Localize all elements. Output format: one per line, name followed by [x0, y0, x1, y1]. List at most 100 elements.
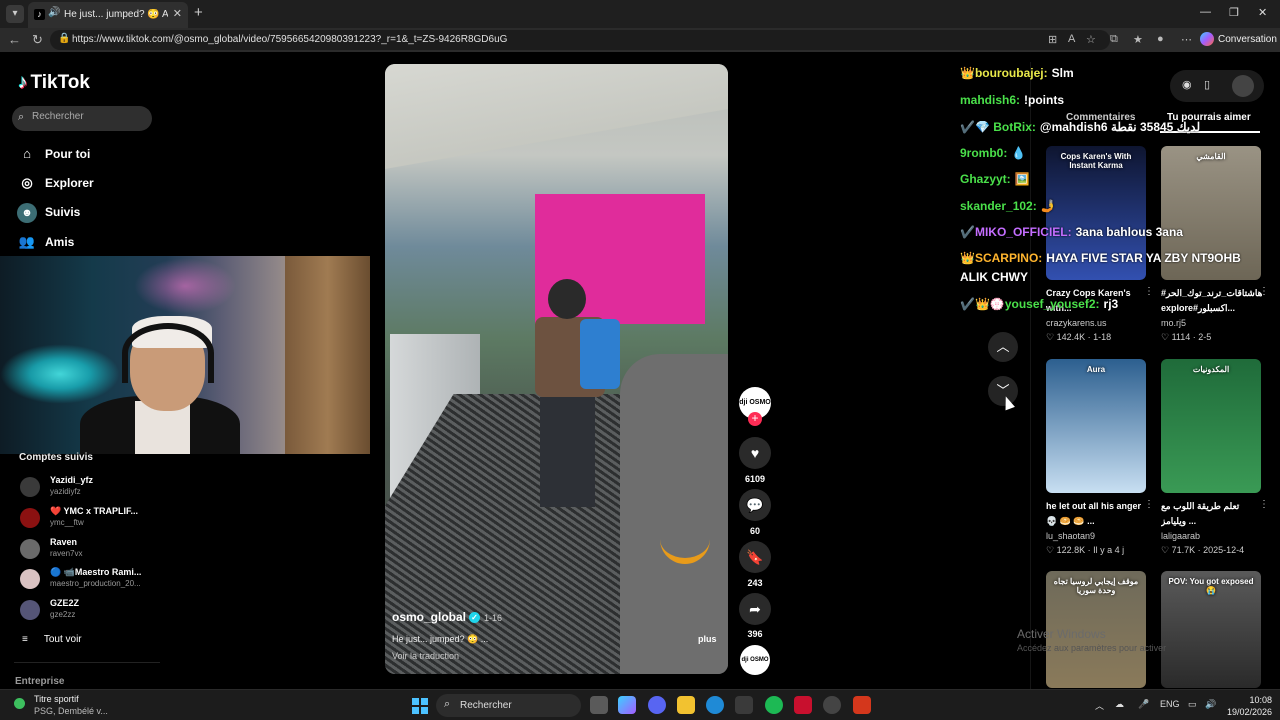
more-options-icon[interactable]: ⋮	[1259, 499, 1269, 510]
refresh-icon[interactable]: ↻	[32, 32, 43, 48]
nav-explore[interactable]: ◎ Explorer	[17, 175, 93, 197]
panel-divider	[1030, 62, 1031, 692]
volume-icon[interactable]: 🔊	[1205, 699, 1216, 710]
thumbnail-caption: المكدونيات	[1192, 365, 1230, 374]
share-button[interactable]: ➦	[739, 593, 771, 625]
avatar	[20, 539, 40, 559]
account-name: GZE2Z	[50, 598, 80, 608]
more-options-icon[interactable]: ⋮	[1144, 499, 1154, 510]
account-handle: ymc__ftw	[50, 518, 84, 527]
tab-actions-button[interactable]: ▾	[6, 5, 24, 23]
streamer	[60, 311, 250, 454]
edge-icon[interactable]	[706, 696, 724, 714]
harness	[660, 534, 710, 564]
video-thumbnail[interactable]: Aura	[1046, 359, 1146, 493]
spotify-icon[interactable]	[765, 696, 783, 714]
browser-tab[interactable]: ♪ 🔊 He just... jumped? 😳 Anyway ✕	[28, 2, 188, 28]
store-icon[interactable]	[735, 696, 753, 714]
translate-icon[interactable]: A	[1068, 33, 1075, 45]
card-title[interactable]: #هاشتاقات_ترند_توك_الحر explore#اكسبلور.…	[1161, 286, 1265, 316]
lock-icon[interactable]: 🔒	[58, 33, 70, 44]
nav-friends[interactable]: 👥 Amis	[17, 234, 74, 256]
video-player[interactable]	[385, 64, 728, 674]
card-author[interactable]: lu_shaotan9	[1046, 531, 1095, 541]
coin-icon[interactable]: ◉	[1182, 78, 1192, 91]
minimize-button[interactable]: —	[1200, 6, 1211, 18]
card-title[interactable]: تعلم طريقة اللوب مع ويليامز ...	[1161, 499, 1265, 529]
favorite-star-icon[interactable]: ☆	[1086, 33, 1096, 46]
chat-user: ✔️💎 BotRix:	[960, 120, 1036, 134]
nav-following[interactable]: ☻ Suivis	[17, 203, 80, 225]
copilot-app-icon[interactable]	[618, 696, 636, 714]
start-button[interactable]	[412, 698, 428, 714]
chat-user: skander_102:	[960, 199, 1037, 213]
more-options-icon[interactable]: ⋮	[1144, 286, 1154, 297]
account-name: ❤️ YMC x TRAPLIF...	[50, 506, 139, 516]
chat-text: Slm	[1051, 66, 1074, 80]
url-text[interactable]: https://www.tiktok.com/@osmo_global/vide…	[72, 34, 507, 45]
network-icon[interactable]: ▭	[1188, 699, 1197, 710]
file-explorer-icon[interactable]	[677, 696, 695, 714]
maximize-button[interactable]: ❐	[1229, 6, 1239, 19]
app-icon[interactable]	[794, 696, 812, 714]
back-icon[interactable]: ←	[8, 32, 21, 47]
copilot-button[interactable]: Conversation	[1200, 31, 1277, 49]
see-all-button[interactable]: ≡ Tout voir	[22, 634, 82, 645]
follow-plus-icon[interactable]: +	[748, 412, 762, 426]
music-disc[interactable]: dji OSMO	[740, 645, 770, 675]
account-name: 🔵 📹Maestro Rami...	[50, 567, 142, 577]
profile-icon[interactable]: ●	[1157, 33, 1164, 45]
card-author[interactable]: mo.rj5	[1161, 318, 1186, 328]
tiktok-logo[interactable]: ♪ TikTok	[18, 72, 90, 94]
more-button[interactable]: plus	[698, 634, 717, 644]
like-button[interactable]: ♥	[739, 437, 771, 469]
language-indicator[interactable]: ENG	[1160, 699, 1180, 709]
clock-date: 19/02/2026	[1226, 707, 1272, 717]
more-menu-icon[interactable]: ⋯	[1181, 33, 1192, 46]
url-field[interactable]: 🔒 https://www.tiktok.com/@osmo_global/vi…	[50, 30, 1110, 50]
video-jumper	[530, 279, 625, 509]
onedrive-icon[interactable]: ☁	[1115, 699, 1124, 710]
company-link[interactable]: Entreprise	[15, 676, 64, 687]
app-icon[interactable]: ⊞	[1048, 33, 1057, 46]
comment-button[interactable]: 💬	[739, 489, 771, 521]
sidebar-search[interactable]: ⌕	[12, 106, 152, 131]
video-author[interactable]: osmo_global ✓ 1-16	[392, 610, 502, 624]
extension-icon[interactable]: ⧉	[1110, 33, 1118, 46]
close-window-button[interactable]: ✕	[1258, 6, 1267, 19]
card-author[interactable]: crazykarens.us	[1046, 318, 1107, 328]
card-stats: ♡ 71.7K · 2025-12-4	[1161, 545, 1245, 555]
translate-link[interactable]: Voir la traduction	[392, 651, 459, 661]
clock[interactable]: 10:08 19/02/2026	[1222, 694, 1272, 718]
search-input[interactable]	[32, 111, 142, 122]
discord-icon[interactable]	[648, 696, 666, 714]
device-icon[interactable]: ▯	[1204, 78, 1210, 91]
obs-icon[interactable]	[823, 696, 841, 714]
account-handle: yazidiyfz	[50, 487, 81, 496]
card-likes: 1114	[1171, 332, 1191, 342]
save-button[interactable]: 🔖	[739, 541, 771, 573]
widget-icon	[14, 698, 25, 709]
task-view-icon[interactable]	[590, 696, 608, 714]
card-author[interactable]: laligaarab	[1161, 531, 1200, 541]
chat-message: ✔️💎 BotRix: @mahdish6 لديك 35845 نقطة	[960, 120, 1200, 134]
card-date: 2-5	[1198, 332, 1212, 342]
new-tab-button[interactable]: +	[194, 4, 203, 21]
thumbnail-caption: Aura	[1086, 365, 1106, 374]
nav-for-you[interactable]: ⌂ Pour toi	[17, 146, 90, 168]
previous-video-button[interactable]: ︿	[988, 332, 1018, 362]
more-options-icon[interactable]: ⋮	[1259, 286, 1269, 297]
author-name[interactable]: osmo_global	[392, 610, 466, 624]
profile-avatar[interactable]	[1232, 75, 1254, 97]
taskbar-search[interactable]: ⌕ Rechercher	[436, 694, 581, 717]
card-title[interactable]: he let out all his anger💀 🥯 🥯 ...	[1046, 499, 1150, 529]
video-thumbnail[interactable]: المكدونيات	[1161, 359, 1261, 493]
app-icon[interactable]	[853, 696, 871, 714]
speaker-icon[interactable]: 🔊	[48, 7, 60, 18]
video-thumbnail[interactable]: POV: You got exposed 😭	[1161, 571, 1261, 688]
chat-text: !points	[1024, 93, 1065, 107]
microphone-icon[interactable]: 🎤	[1138, 699, 1149, 710]
close-tab-icon[interactable]: ✕	[173, 7, 182, 20]
tray-chevron-icon[interactable]: ︿	[1095, 699, 1104, 712]
favorites-icon[interactable]: ★	[1133, 33, 1143, 46]
